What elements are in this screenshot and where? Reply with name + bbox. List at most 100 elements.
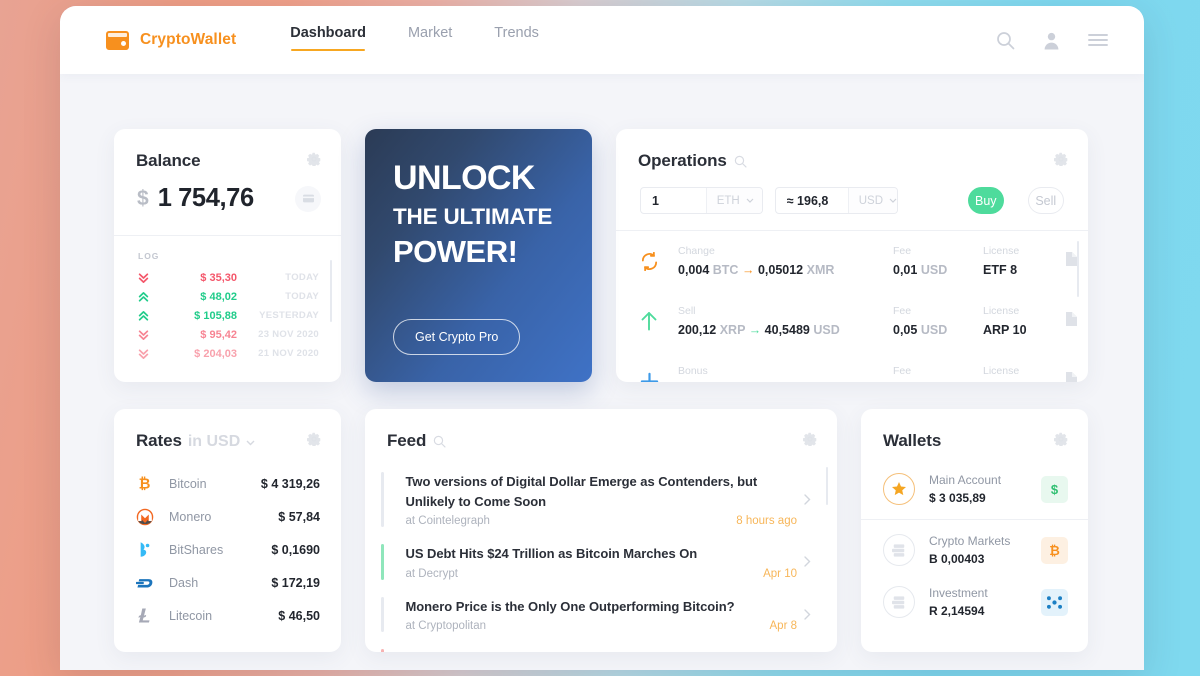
operation-fee: Fee 0,05 USD xyxy=(893,305,983,337)
feed-card-header: Feed xyxy=(365,409,837,451)
gear-icon[interactable] xyxy=(1054,152,1068,171)
wallet-name: Main Account xyxy=(929,473,1002,487)
balance-log-date: 23 NOV 2020 xyxy=(258,329,319,340)
operations-card-header: Operations xyxy=(616,129,1088,171)
rate-row[interactable]: BitShares $ 0,1690 xyxy=(136,533,320,566)
user-icon[interactable] xyxy=(1042,31,1061,50)
feed-scrollbar[interactable] xyxy=(826,467,828,505)
feed-item[interactable]: US Debt Hits $24 Trillion as Bitcoin Mar… xyxy=(381,537,817,590)
chevron-right-icon[interactable] xyxy=(797,597,817,633)
chevron-right-icon[interactable] xyxy=(797,649,817,652)
brand-logo-area[interactable]: CryptoWallet xyxy=(106,30,236,50)
rate-row[interactable]: Dash $ 172,19 xyxy=(136,566,320,599)
feed-item[interactable]: Monero Price is the Only One Outperformi… xyxy=(381,590,817,643)
nav-item-trends[interactable]: Trends xyxy=(494,21,539,59)
balance-currency-symbol: $ xyxy=(137,186,149,210)
feed-card: Feed Two versions of Digital Dollar Emer… xyxy=(365,409,837,652)
operation-to-unit: XMR xyxy=(806,263,835,277)
amount-input-group[interactable]: ETH xyxy=(640,187,763,214)
balance-log-amount: $ 204,03 xyxy=(194,347,237,360)
converted-input-group[interactable]: USD xyxy=(774,187,899,214)
promo-banner[interactable]: UNLOCK THE ULTIMATE POWER! Get Crypto Pr… xyxy=(365,129,592,382)
top-bar-actions xyxy=(996,31,1108,50)
balance-log-date: TODAY xyxy=(285,272,319,283)
nav-item-dashboard[interactable]: Dashboard xyxy=(290,21,366,59)
rate-row[interactable]: Litecoin $ 46,50 xyxy=(136,599,320,632)
wallet-row[interactable]: Main Account $ 3 035,89 $ xyxy=(861,463,1088,515)
amount-input[interactable] xyxy=(641,188,706,213)
balance-log-row[interactable]: $ 204,03 21 NOV 2020 xyxy=(138,344,319,363)
chevron-down-icon[interactable] xyxy=(246,440,255,446)
operation-row[interactable]: Change 0,004 BTC → 0,05012 XMR Fee 0,01 … xyxy=(616,231,1088,291)
balance-log-row[interactable]: $ 95,42 23 NOV 2020 xyxy=(138,325,319,344)
gear-icon[interactable] xyxy=(803,432,817,451)
gear-icon[interactable] xyxy=(1054,432,1068,451)
get-crypto-pro-button[interactable]: Get Crypto Pro xyxy=(393,319,521,355)
feed-item-body: Monero Price is the Only One Outperformi… xyxy=(384,597,798,633)
feed-item-body: Two versions of Digital Dollar Emerge as… xyxy=(384,472,798,527)
arrow-up-icon xyxy=(640,311,678,331)
menu-icon[interactable] xyxy=(1088,33,1108,47)
arrow-right-icon: → xyxy=(741,263,755,277)
operation-actions xyxy=(1065,371,1088,382)
fee-unit: USD xyxy=(920,323,948,337)
chevron-right-icon[interactable] xyxy=(797,472,817,527)
feed-item-time: 8 hours ago xyxy=(736,515,797,527)
dash-icon xyxy=(136,576,169,590)
converted-currency-select[interactable]: USD xyxy=(847,188,898,213)
feed-item[interactable]: Two versions of Digital Dollar Emerge as… xyxy=(381,465,817,537)
operation-license: License ECV 3 xyxy=(983,365,1065,382)
operation-row[interactable]: Bonus + 14,06 USD (CVCA-2) Fee 0,20 USD xyxy=(616,351,1088,382)
chevron-down-icon xyxy=(746,198,754,203)
balance-log-row[interactable]: $ 35,30 TODAY xyxy=(138,268,319,287)
wallets-card: Wallets Main Account $ 3 035,89 $ Crypto… xyxy=(861,409,1088,652)
top-navigation-bar: CryptoWallet Dashboard Market Trends xyxy=(60,6,1144,74)
ripple-badge-icon[interactable] xyxy=(1041,588,1068,616)
wallet-row[interactable]: Crypto Markets B 0,00403 ₿ xyxy=(861,524,1088,576)
wallet-info: Investment R 2,14594 xyxy=(915,586,1041,618)
credit-card-icon[interactable] xyxy=(295,185,321,212)
feed-search-icon[interactable] xyxy=(433,435,446,448)
cards-icon xyxy=(883,586,915,618)
search-icon[interactable] xyxy=(996,31,1015,50)
nav-item-market[interactable]: Market xyxy=(408,21,452,59)
operations-scrollbar[interactable] xyxy=(1077,241,1079,297)
balance-log-row[interactable]: $ 105,88 YESTERDAY xyxy=(138,306,319,325)
fee-unit: USD xyxy=(920,263,948,277)
operations-title: Operations xyxy=(638,151,727,170)
rate-row[interactable]: ₿ Bitcoin $ 4 319,26 xyxy=(136,467,320,500)
balance-title: Balance xyxy=(136,151,201,170)
bitcoin-icon: ₿ xyxy=(136,475,169,492)
sell-button[interactable]: Sell xyxy=(1027,187,1064,214)
document-icon[interactable] xyxy=(1065,371,1077,382)
converted-amount-input[interactable] xyxy=(775,188,848,213)
operations-search-icon[interactable] xyxy=(734,155,747,168)
gear-icon[interactable] xyxy=(307,152,321,171)
document-icon[interactable] xyxy=(1065,311,1077,331)
wallet-amount: R 2,14594 xyxy=(929,604,985,618)
operation-conversion: 0,004 BTC → 0,05012 XMR xyxy=(678,263,893,277)
fee-label: Fee xyxy=(893,365,912,377)
license-value: ETF 8 xyxy=(983,263,1018,277)
balance-log-row[interactable]: $ 48,02 TODAY xyxy=(138,287,319,306)
rate-value: $ 4 319,26 xyxy=(260,476,320,491)
wallet-row[interactable]: Investment R 2,14594 xyxy=(861,576,1088,628)
amount-currency-select[interactable]: ETH xyxy=(705,188,762,213)
dollar-badge-icon[interactable]: $ xyxy=(1041,475,1068,503)
document-icon[interactable] xyxy=(1065,251,1077,271)
bitcoin-badge-icon[interactable]: ₿ xyxy=(1041,536,1068,564)
buy-button[interactable]: Buy xyxy=(968,187,1004,214)
rate-name: Bitcoin xyxy=(169,476,207,491)
chevron-double-down-icon xyxy=(138,272,155,284)
balance-log-scrollbar[interactable] xyxy=(330,260,332,322)
feed-item-title: Two versions of Digital Dollar Emerge as… xyxy=(405,474,758,509)
license-label: License xyxy=(983,245,1020,257)
fee-value: 0,01 xyxy=(893,263,918,277)
rate-row[interactable]: Monero $ 57,84 xyxy=(136,500,320,533)
chevron-right-icon[interactable] xyxy=(797,544,817,580)
feed-item[interactable]: Crypto Can Save User Data Amid Plans for… xyxy=(381,642,817,652)
operation-row[interactable]: Sell 200,12 XRP → 40,5489 USD Fee 0,05 U… xyxy=(616,291,1088,351)
feed-item-body: US Debt Hits $24 Trillion as Bitcoin Mar… xyxy=(384,544,798,580)
balance-log-amount: $ 35,30 xyxy=(200,271,237,284)
gear-icon[interactable] xyxy=(307,432,321,451)
